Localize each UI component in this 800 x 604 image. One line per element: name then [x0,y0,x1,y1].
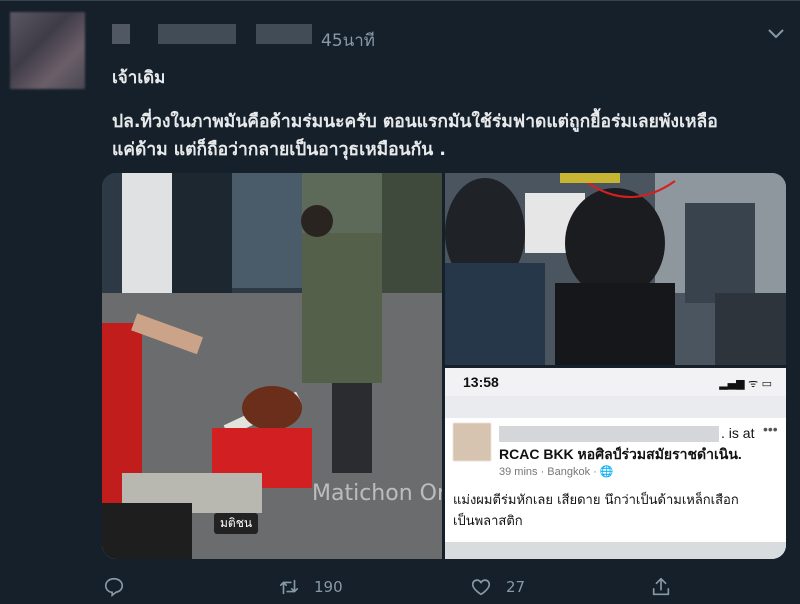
signal-wifi-battery-icon: ▂▄▆ ᯤ ▭ [719,377,772,390]
tweet-timestamp[interactable]: 45นาที [321,27,375,54]
share-button[interactable] [650,576,686,598]
top-divider [0,0,800,1]
media-facebook-screenshot[interactable]: 13:58 ▂▄▆ ᯤ ▭ . is at ••• RCAC BKK หอศิล… [445,368,786,559]
phone-status-bar: 13:58 ▂▄▆ ᯤ ▭ [445,368,786,396]
fb-divider [445,396,786,418]
phone-clock: 13:58 [463,374,499,390]
share-icon [652,577,670,596]
retweet-button[interactable]: 190 [278,576,343,598]
tweet-media-grid: Matichon Online มติชน 13:58 ▂▄▆ ᯤ ▭ . is… [102,173,786,559]
photo-watermark-logo: มติชน [214,513,259,534]
fb-post-text: แม่งผมตีร่มหักเลย เสียดาย นึกว่าเป็นด้าม… [453,490,783,532]
username-redacted[interactable] [256,24,312,44]
media-photo-protest[interactable]: Matichon Online มติชน [102,173,442,559]
tweet-actions: 190 27 [0,568,800,604]
media-photo-crowd[interactable] [445,173,786,365]
tweet-text-line-1: ปล.ที่วงในภาพมันคือด้ามร่มนะครับ ตอนแรกม… [112,112,718,132]
fb-footer [445,542,786,559]
fb-location-name: RCAC BKK หอศิลป์ร่วมสมัยราชดำเนิน. [499,446,742,462]
photo-watermark: Matichon Online [312,481,442,506]
fb-post-line-2: เป็นพลาสติก [453,514,523,529]
fb-checkin-text: . is at [721,425,755,441]
fb-avatar-redacted [453,423,491,461]
fb-post-meta: 39 mins · Bangkok · 🌐 [499,466,614,478]
crowd-photo-illustration [445,173,786,365]
fb-name-redacted [499,426,719,442]
more-options-icon: ••• [763,421,778,437]
tweet-text-line-2: แค่ด้าม แต่ก็ถือว่ากลายเป็นอาวุธเหมือนกั… [112,140,446,160]
fb-post-line-1: แม่งผมตีร่มหักเลย เสียดาย นึกว่าเป็นด้าม… [453,493,739,508]
like-button[interactable]: 27 [470,576,525,598]
tweet-text-line-0: เจ้าเดิม [112,68,166,88]
reply-icon [104,577,124,597]
heart-icon [471,579,491,596]
like-count: 27 [506,578,526,596]
display-name-redacted[interactable] [112,24,130,44]
retweet-icon [279,579,299,595]
chevron-down-icon[interactable] [766,26,786,42]
avatar[interactable] [10,12,85,89]
display-name-redacted[interactable] [158,24,236,44]
reply-button[interactable] [103,576,139,598]
tweet-text: ปล.ที่วงในภาพมันคือด้ามร่มนะครับ ตอนแรกม… [112,108,784,164]
retweet-count: 190 [314,578,343,596]
